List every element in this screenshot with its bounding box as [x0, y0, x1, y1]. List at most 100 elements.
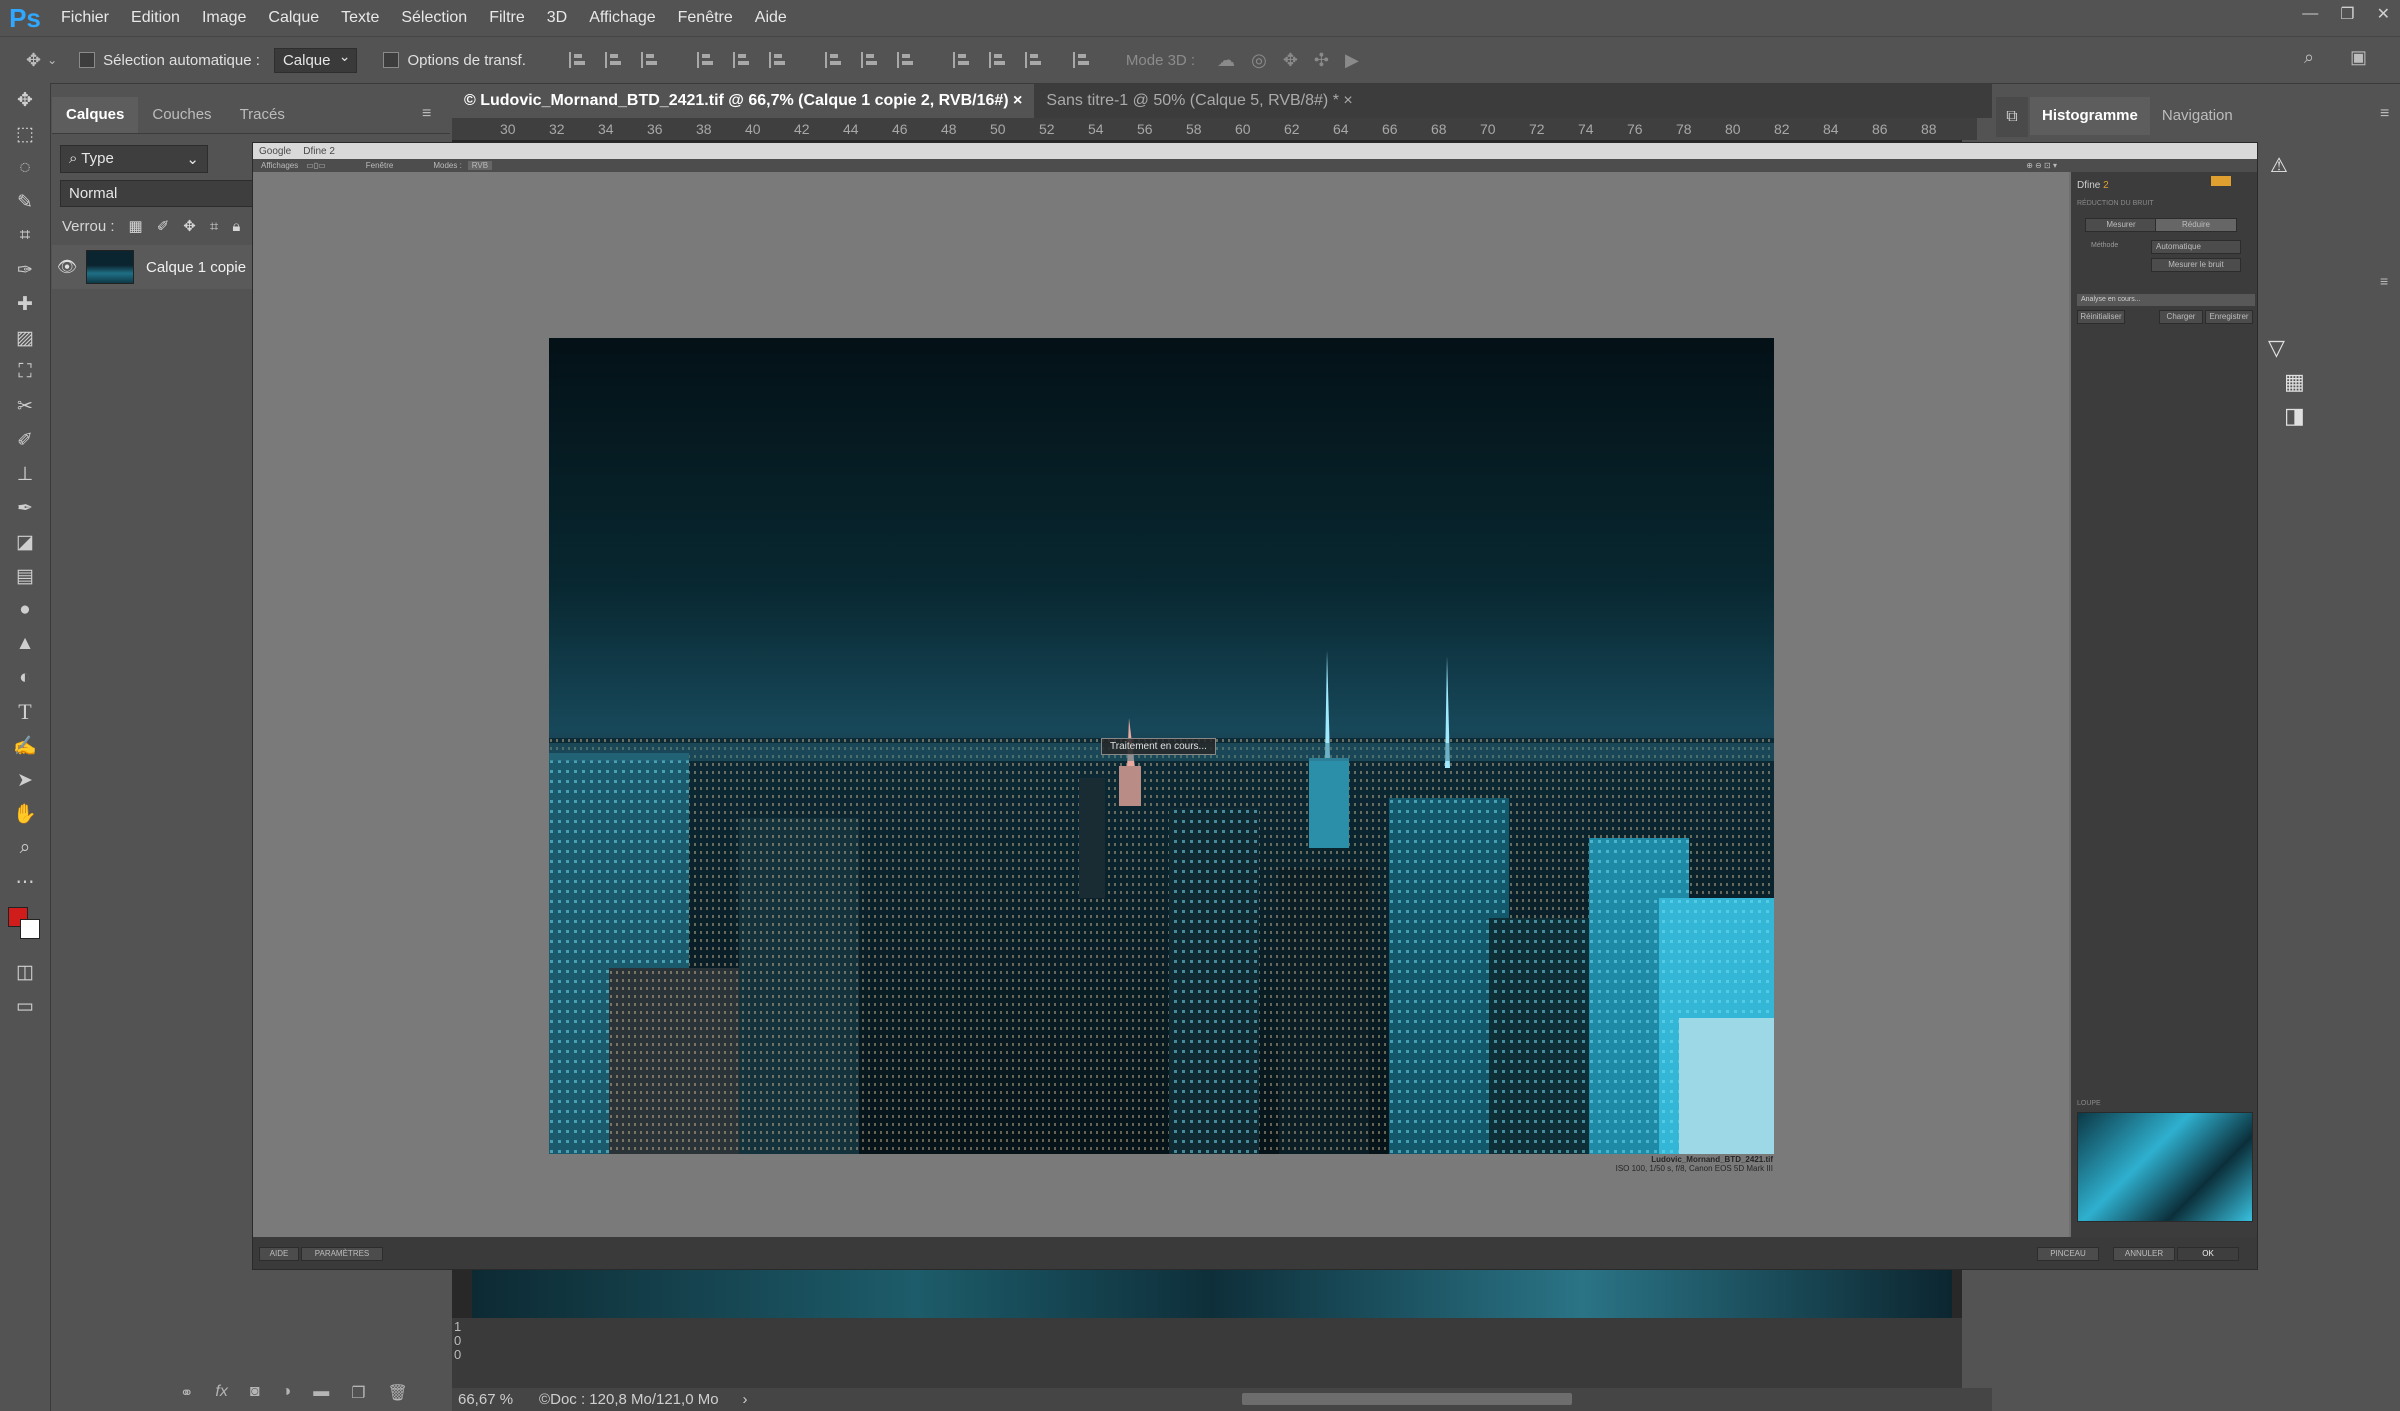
status-menu-icon[interactable]: ›	[743, 1391, 748, 1408]
lock-position-icon[interactable]: ✥	[183, 217, 196, 235]
add-mask-icon[interactable]: ◙	[250, 1383, 260, 1403]
minimize-icon[interactable]: —	[2302, 5, 2318, 23]
lock-paint-icon[interactable]: ✐	[157, 217, 170, 235]
menu-window[interactable]: Fenêtre	[667, 0, 744, 36]
doc-size[interactable]: Doc : 120,8 Mo/121,0 Mo	[550, 1391, 718, 1408]
type-tool-icon[interactable]: T	[0, 695, 50, 729]
measure-noise-button[interactable]: Mesurer le bruit	[2151, 258, 2241, 272]
history-brush-tool-icon[interactable]: ✒	[0, 491, 50, 525]
eraser-tool-icon[interactable]: ◪	[0, 525, 50, 559]
spot-healing-tool-icon[interactable]: ✚	[0, 287, 50, 321]
quick-select-tool-icon[interactable]: ✎	[0, 185, 50, 219]
blur-tool-icon[interactable]: ●	[0, 593, 50, 627]
path-select-tool-icon[interactable]: ➤	[0, 763, 50, 797]
histogram-warning-icon[interactable]: ⚠	[2270, 153, 2306, 191]
crop-tool-icon[interactable]: ⌗	[0, 219, 50, 253]
scale-3d-icon[interactable]: ▶	[1345, 50, 1359, 71]
restore-icon[interactable]: ❐	[2340, 4, 2354, 24]
content-aware-tool-icon[interactable]: ⛶	[0, 355, 50, 389]
roll-3d-icon[interactable]: ◎	[1251, 50, 1267, 71]
dfine-zoom-controls-icon[interactable]: ⊕ ⊖ ⊡ ▾	[2026, 161, 2057, 170]
tab-navigator[interactable]: Navigation	[2150, 97, 2245, 135]
zoom-tool-icon[interactable]: ⌕	[0, 831, 50, 865]
layer-filter-dropdown[interactable]: ⌕ Type ⌄	[60, 145, 208, 173]
menu-help[interactable]: Aide	[744, 0, 798, 36]
close-tab-icon[interactable]: ×	[1343, 92, 1352, 109]
new-group-icon[interactable]: ▬	[313, 1383, 329, 1403]
zoom-level[interactable]: 66,67 %	[458, 1391, 513, 1408]
brush-button[interactable]: PINCEAU	[2037, 1247, 2099, 1261]
ok-button[interactable]: OK	[2177, 1247, 2239, 1261]
distribute-left-icon[interactable]	[952, 52, 971, 68]
slide-3d-icon[interactable]: ✣	[1314, 50, 1329, 71]
menu-file[interactable]: Fichier	[50, 0, 120, 36]
tab-document-1[interactable]: © Ludovic_Mornand_BTD_2421.tif @ 66,7% (…	[452, 84, 1035, 118]
load-button[interactable]: Charger	[2159, 310, 2203, 324]
cancel-button[interactable]: ANNULER	[2113, 1247, 2175, 1261]
close-icon[interactable]: ✕	[2377, 4, 2390, 24]
distribute-hcenter-icon[interactable]	[988, 52, 1007, 68]
menu-view[interactable]: Affichage	[578, 0, 666, 36]
settings-button[interactable]: PARAMÈTRES	[301, 1247, 383, 1261]
lock-pixels-icon[interactable]: ▦	[129, 217, 143, 235]
align-top-icon[interactable]	[568, 52, 587, 68]
background-color-swatch[interactable]	[20, 919, 40, 939]
tab-paths[interactable]: Tracés	[226, 97, 299, 133]
scissors-tool-icon[interactable]: ✂	[0, 389, 50, 423]
auto-select-target-dropdown[interactable]: Calque	[273, 47, 358, 73]
patch-tool-icon[interactable]: ▨	[0, 321, 50, 355]
more-tools-icon[interactable]: ⋯	[0, 865, 50, 899]
move-tool-icon[interactable]: ✥	[0, 83, 50, 117]
menu-3d[interactable]: 3D	[536, 0, 578, 36]
screen-mode-icon[interactable]: ▭	[0, 989, 50, 1023]
menu-edit[interactable]: Edition	[120, 0, 191, 36]
distribute-bottom-icon[interactable]	[896, 52, 915, 68]
link-layers-icon[interactable]: ⚭	[180, 1383, 193, 1403]
visibility-eye-icon[interactable]: 👁︎	[52, 257, 82, 277]
sharpen-tool-icon[interactable]: ▲	[0, 627, 50, 661]
stamp-tool-icon[interactable]: ⊥	[0, 457, 50, 491]
pen-tool-icon[interactable]: ✍	[0, 729, 50, 763]
measure-button[interactable]: Mesurer	[2085, 218, 2157, 232]
eyedropper-tool-icon[interactable]: ✑	[0, 253, 50, 287]
blend-mode-dropdown[interactable]: Normal	[60, 180, 258, 207]
tab-document-2[interactable]: Sans titre-1 @ 50% (Calque 5, RVB/8#) * …	[1034, 84, 1364, 118]
dodge-tool-icon[interactable]: ◐	[0, 661, 50, 695]
lock-all-icon[interactable]: 🔒︎	[232, 218, 240, 235]
save-button[interactable]: Enregistrer	[2205, 310, 2253, 324]
lasso-tool-icon[interactable]: ◌	[0, 151, 50, 185]
marquee-tool-icon[interactable]: ⬚	[0, 117, 50, 151]
dfine-view-buttons-icon[interactable]: ▭▯▭	[306, 161, 326, 170]
tab-channels[interactable]: Couches	[138, 97, 225, 133]
grid-adjustments-icon[interactable]: ▦	[2284, 369, 2305, 395]
tool-preset-chevron-icon[interactable]: ⌄	[47, 53, 57, 67]
workspace-icon[interactable]: ▣	[2350, 47, 2367, 68]
gradient-map-icon[interactable]: ◨	[2284, 403, 2305, 429]
close-tab-icon[interactable]: ×	[1013, 92, 1022, 109]
search-icon[interactable]: ⌕	[2304, 47, 2314, 68]
pan-3d-icon[interactable]: ✥	[1283, 50, 1298, 71]
auto-select-checkbox[interactable]	[79, 52, 96, 68]
orbit-3d-icon[interactable]: ☁	[1217, 50, 1235, 71]
transform-controls-checkbox[interactable]	[383, 52, 400, 68]
menu-layer[interactable]: Calque	[257, 0, 330, 36]
delete-layer-icon[interactable]: 🗑︎	[388, 1383, 408, 1403]
menu-type[interactable]: Texte	[330, 0, 390, 36]
help-button[interactable]: AIDE	[259, 1247, 299, 1261]
align-left-icon[interactable]	[696, 52, 715, 68]
panel-collapse-icon[interactable]: ⧉	[1996, 97, 2028, 137]
dfine-window-label[interactable]: Fenêtre	[366, 161, 394, 170]
distribute-right-icon[interactable]	[1024, 52, 1043, 68]
menu-select[interactable]: Sélection	[390, 0, 478, 36]
tab-layers[interactable]: Calques	[52, 97, 139, 133]
new-layer-icon[interactable]: ❐	[351, 1383, 365, 1403]
distribute-top-icon[interactable]	[824, 52, 843, 68]
hand-tool-icon[interactable]: ✋	[0, 797, 50, 831]
menu-image[interactable]: Image	[191, 0, 257, 36]
dfine-preview-area[interactable]: Traitement en cours... Ludovic_Mornand_B…	[253, 172, 2069, 1237]
horizontal-scrollbar[interactable]	[1242, 1393, 1572, 1405]
align-bottom-icon[interactable]	[640, 52, 659, 68]
panel-menu-icon[interactable]: ≡	[422, 105, 431, 123]
align-right-icon[interactable]	[768, 52, 787, 68]
brush-tool-icon[interactable]: ✐	[0, 423, 50, 457]
